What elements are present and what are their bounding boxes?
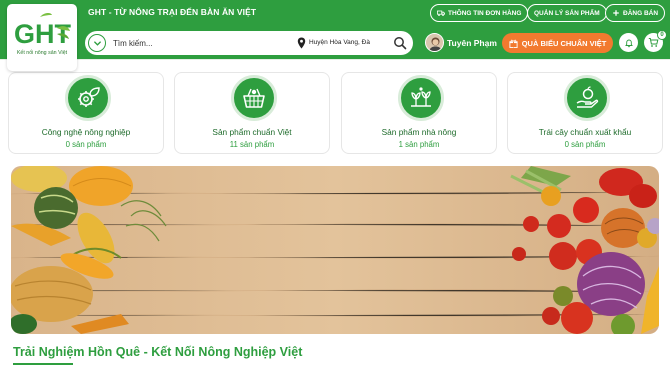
bell-icon	[624, 39, 633, 47]
section-title-underline	[13, 363, 73, 365]
category-count: 0 sản phẩm	[564, 140, 606, 149]
category-card-farmer-products[interactable]: Sản phẩm nhà nông 1 sản phẩm	[341, 72, 497, 154]
user-name[interactable]: Tuyên Phạm	[447, 38, 497, 48]
cart-count-badge: 0	[657, 30, 667, 40]
order-info-label: THÔNG TIN ĐƠN HÀNG	[448, 9, 522, 17]
category-count: 1 sản phẩm	[398, 140, 440, 149]
sell-link[interactable]: ĐĂNG BÁN	[605, 4, 666, 22]
farm-icon	[398, 75, 444, 121]
logo-subtitle: Kết nối nông sản Việt	[16, 50, 68, 56]
category-count: 11 sản phẩm	[229, 140, 275, 149]
category-title: Sản phẩm nhà nông	[381, 127, 457, 137]
logo-letters: GHT	[14, 19, 71, 48]
site-tagline: GHT - TỪ NÔNG TRẠI ĐẾN BÀN ĂN VIỆT	[88, 7, 257, 17]
cart-icon	[648, 38, 659, 47]
category-card-agri-tech[interactable]: Công nghệ nông nghiệp 0 sản phẩm	[8, 72, 164, 154]
fruit-hand-icon	[564, 75, 610, 121]
category-list: Công nghệ nông nghiệp 0 sản phẩm Sản phẩ…	[8, 72, 663, 156]
truck-icon	[437, 10, 445, 17]
search-icon[interactable]	[393, 36, 407, 50]
basket-icon	[231, 75, 277, 121]
plus-icon	[613, 10, 619, 16]
category-title: Sản phẩm chuẩn Việt	[212, 127, 292, 137]
hero-banner[interactable]	[11, 166, 659, 334]
category-card-vietnam-standard[interactable]: Sản phẩm chuẩn Việt 11 sản phẩm	[174, 72, 330, 154]
notification-button[interactable]	[619, 33, 638, 52]
gift-button[interactable]: QUÀ BIẾU CHUẨN VIỆT	[502, 33, 613, 53]
manage-products-label: QUẢN LÝ SẢN PHẨM	[534, 9, 600, 17]
category-dropdown-button[interactable]	[88, 34, 106, 52]
category-title: Trái cây chuẩn xuất khẩu	[538, 127, 632, 137]
search-bar: Huyện Hòa Vang, Đà ...	[85, 31, 413, 55]
manage-products-link[interactable]: QUẢN LÝ SẢN PHẨM	[527, 4, 607, 22]
sell-label: ĐĂNG BÁN	[623, 9, 659, 17]
logo[interactable]: GHT Kết nối nông sản Việt	[7, 4, 77, 71]
vegetables-on-wood-image	[11, 166, 659, 334]
avatar[interactable]	[425, 33, 444, 52]
ght-logo-mark: GHT	[14, 12, 71, 48]
section-title: Trải Nghiệm Hồn Quê - Kết Nối Nông Nghiệ…	[13, 345, 303, 359]
search-input[interactable]	[113, 35, 293, 51]
gift-icon	[509, 39, 518, 48]
location-pin-icon	[297, 37, 306, 49]
chevron-down-icon	[93, 40, 101, 46]
category-count: 0 sản phẩm	[65, 140, 107, 149]
category-card-export-fruit[interactable]: Trái cây chuẩn xuất khẩu 0 sản phẩm	[507, 72, 663, 154]
gear-leaf-icon	[65, 75, 111, 121]
page: GHT - TỪ NÔNG TRẠI ĐẾN BÀN ĂN VIỆT THÔNG…	[0, 0, 670, 377]
category-title: Công nghệ nông nghiệp	[41, 127, 131, 137]
gift-button-label: QUÀ BIẾU CHUẨN VIỆT	[521, 38, 607, 48]
order-info-link[interactable]: THÔNG TIN ĐƠN HÀNG	[430, 4, 529, 22]
location-selector[interactable]: Huyện Hòa Vang, Đà ...	[309, 39, 371, 46]
